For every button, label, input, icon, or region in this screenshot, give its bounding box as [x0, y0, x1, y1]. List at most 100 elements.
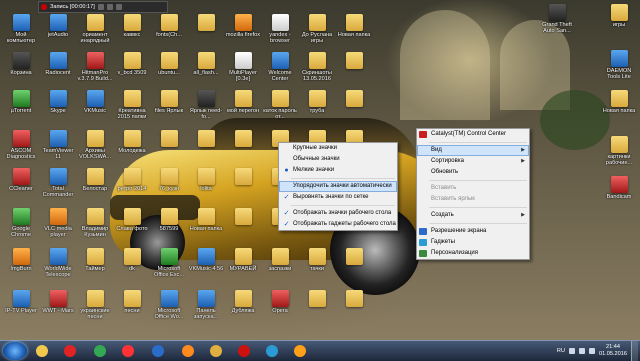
desktop-icon[interactable]: тачки: [298, 248, 336, 272]
desktop-icon[interactable]: WorldWide Telescope: [39, 248, 77, 278]
desktop-icon[interactable]: VLC media player: [39, 208, 77, 238]
desktop-icon[interactable]: [224, 168, 262, 186]
desktop-icon[interactable]: Opera: [261, 290, 299, 314]
desktop-icon[interactable]: 587599: [150, 208, 188, 232]
desktop-wallpaper[interactable]: Мой компьютер jetAudio ориамент инарядный к…: [0, 0, 640, 340]
desktop-icon[interactable]: yandex - browser: [261, 14, 299, 44]
desktop-icon[interactable]: каввкс: [113, 14, 151, 38]
taskbar-app-button[interactable]: [148, 343, 168, 359]
desktop-icon[interactable]: песни: [113, 290, 151, 314]
menu-item[interactable]: Персонализация: [417, 248, 529, 259]
desktop-icon[interactable]: Дубляжа: [224, 290, 262, 314]
taskbar-app-button[interactable]: [290, 343, 310, 359]
menu-item[interactable]: Вставить ярлык: [417, 194, 529, 205]
desktop-icon[interactable]: Bandicam: [600, 176, 638, 200]
desktop-icon[interactable]: мой перегон: [224, 90, 262, 114]
desktop-icon[interactable]: Корзина: [2, 52, 40, 76]
desktop-icon[interactable]: До Руслана игры: [298, 14, 336, 44]
desktop-icon[interactable]: [335, 248, 373, 266]
taskbar-app-button[interactable]: [90, 343, 110, 359]
desktop-icon[interactable]: ubuntu...: [150, 52, 188, 76]
taskbar-app-button[interactable]: [60, 343, 80, 359]
desktop-icon[interactable]: Владимир Кузьмин: [76, 208, 114, 238]
desktop-icon[interactable]: [224, 208, 262, 226]
menu-item[interactable]: Catalyst(TM) Control Center: [417, 129, 529, 140]
desktop-icon[interactable]: Слава фото: [113, 208, 151, 232]
desktop-icon[interactable]: HitmanPro v.3.7.9 Build...: [76, 52, 114, 82]
menu-item[interactable]: Создать ▶: [417, 210, 529, 221]
desktop-icon[interactable]: WWT - Mars: [39, 290, 77, 314]
desktop-icon[interactable]: труба: [298, 90, 336, 114]
desktop-icon[interactable]: v_bcd 3509: [113, 52, 151, 76]
desktop-icon[interactable]: МУРАВЕЙ: [224, 248, 262, 272]
menu-item[interactable]: Вид ▶: [417, 145, 529, 156]
taskbar-app-button[interactable]: [178, 343, 198, 359]
desktop-icon[interactable]: µTorrent: [2, 90, 40, 114]
menu-item[interactable]: Обновить: [417, 167, 529, 178]
desktop-icon[interactable]: игры: [600, 4, 638, 28]
stop-icon[interactable]: [106, 4, 113, 10]
desktop-icon[interactable]: MultiPlayer [0.3e]: [224, 52, 262, 82]
desktop-icon[interactable]: [150, 130, 188, 148]
desktop-icon[interactable]: [224, 130, 262, 148]
desktop-icon[interactable]: Radiocent: [39, 52, 77, 76]
desktop-icon[interactable]: Таймер: [76, 248, 114, 272]
desktop-icon[interactable]: files Ярлык: [150, 90, 188, 114]
desktop-icon[interactable]: all_flash...: [187, 52, 225, 76]
desktop-icon[interactable]: Скриншоты 13.05.2016: [298, 52, 336, 82]
taskbar-app-button[interactable]: [262, 343, 282, 359]
language-indicator[interactable]: RU: [557, 348, 565, 354]
desktop-icon[interactable]: ASCOM Diagnostics: [2, 130, 40, 160]
menu-item[interactable]: Крупные значки: [279, 143, 397, 154]
clock[interactable]: 21:44 01.05.2016: [599, 344, 627, 358]
desktop-icon[interactable]: dk: [113, 248, 151, 272]
desktop-icon[interactable]: Новая папка: [335, 14, 373, 38]
desktop-icon[interactable]: Google Chrome: [2, 208, 40, 238]
desktop-icon[interactable]: IP-TV Player: [2, 290, 40, 314]
desktop-icon[interactable]: lolita: [187, 168, 225, 192]
desktop-icon[interactable]: mozilla firefox: [224, 14, 262, 38]
desktop-icon[interactable]: VKMusic 4 56: [187, 248, 225, 272]
taskbar-app-button[interactable]: [234, 343, 254, 359]
menu-item[interactable]: Обычные значки: [279, 154, 397, 165]
network-icon[interactable]: [579, 348, 585, 354]
desktop-icon[interactable]: Белостар: [76, 168, 114, 192]
camera-icon[interactable]: [115, 4, 122, 10]
desktop-icon[interactable]: ImgBurn: [2, 248, 40, 272]
desktop-icon[interactable]: картинки рабочие...: [600, 136, 638, 166]
desktop-icon[interactable]: Welcome Center: [261, 52, 299, 82]
desktop-icon[interactable]: Microsoft Office Wo...: [150, 290, 188, 320]
desktop-icon[interactable]: DAEMON Tools Lite: [600, 50, 638, 80]
desktop-icon[interactable]: Total Commander: [39, 168, 77, 198]
menu-item[interactable]: Гаджеты: [417, 237, 529, 248]
desktop-icon[interactable]: ориамент инарядный: [76, 14, 114, 44]
menu-item[interactable]: Сортировка ▶: [417, 156, 529, 167]
desktop-icon[interactable]: jetAudio: [39, 14, 77, 38]
desktop-icon[interactable]: Skype: [39, 90, 77, 114]
desktop-icon[interactable]: ретро 2014: [113, 168, 151, 192]
desktop-icon[interactable]: Архивы VOLKSWA...: [76, 130, 114, 160]
desktop-icon[interactable]: fonts(Ch...: [150, 14, 188, 38]
desktop-icon[interactable]: [335, 90, 373, 108]
recording-indicator[interactable]: Запись [00:00:17]: [38, 1, 168, 13]
desktop-icon[interactable]: 76_кузн: [150, 168, 188, 192]
menu-item[interactable]: Разрешение экрана: [417, 226, 529, 237]
show-desktop-button[interactable]: [631, 341, 638, 361]
desktop-icon[interactable]: [187, 130, 225, 148]
menu-item[interactable]: ● Мелкие значки: [279, 165, 397, 176]
desktop-icon[interactable]: Креативна 2015 папки: [113, 90, 151, 120]
taskbar-app-button[interactable]: [206, 343, 226, 359]
desktop-icon[interactable]: заcnaзки: [261, 248, 299, 272]
desktop-icon[interactable]: Новая папка: [600, 90, 638, 114]
desktop-icon[interactable]: [298, 290, 336, 308]
pause-icon[interactable]: [97, 4, 104, 10]
desktop-icon[interactable]: Мой компьютер: [2, 14, 40, 44]
desktop-icon[interactable]: Молодежа: [113, 130, 151, 154]
desktop-icon[interactable]: TeamViewer 11: [39, 130, 77, 160]
menu-item[interactable]: ✓ Отображать гаджеты рабочего стола: [279, 219, 397, 230]
menu-item[interactable]: ✓ Отображать значки рабочего стола: [279, 208, 397, 219]
volume-icon[interactable]: [589, 348, 595, 354]
desktop-icon[interactable]: Панель запуска...: [187, 290, 225, 320]
desktop-icon[interactable]: Grand Theft Auto San...: [538, 4, 576, 34]
desktop-icon[interactable]: Microsoft Office Exc...: [150, 248, 188, 278]
